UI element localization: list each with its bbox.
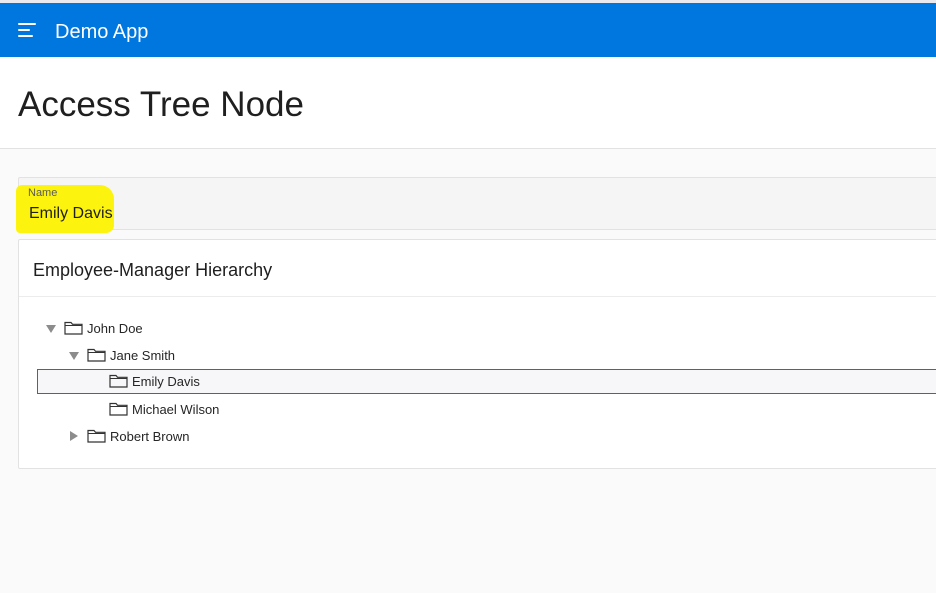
tree-region-header: Employee-Manager Hierarchy: [19, 240, 936, 297]
tree-node-label: Emily Davis: [132, 374, 200, 389]
tree-node-jane-smith[interactable]: Jane Smith: [19, 343, 936, 368]
tree-node-michael-wilson[interactable]: Michael Wilson: [19, 397, 936, 422]
folder-icon: [109, 402, 128, 416]
tree-node-robert-brown[interactable]: Robert Brown: [19, 424, 936, 449]
app-title[interactable]: Demo App: [55, 20, 148, 44]
tree-node-label: Robert Brown: [110, 429, 190, 444]
expand-toggle-icon[interactable]: [46, 325, 56, 333]
tree-region: Employee-Manager Hierarchy John Doe Jane…: [18, 239, 936, 469]
folder-icon: [109, 374, 128, 388]
tree-node-label: John Doe: [87, 321, 143, 336]
hamburger-menu-icon[interactable]: [18, 23, 36, 37]
name-item-region: Name Emily Davis: [16, 177, 936, 233]
app-header: Demo App: [0, 3, 936, 57]
expand-toggle-icon[interactable]: [69, 352, 79, 360]
folder-icon: [64, 321, 83, 335]
tree-node-emily-davis[interactable]: Emily Davis: [37, 369, 936, 394]
page-title: Access Tree Node: [18, 85, 304, 124]
folder-icon: [87, 429, 106, 443]
collapsed-toggle-icon[interactable]: [70, 431, 78, 441]
name-field-label: Name: [28, 187, 58, 199]
name-field-value: Emily Davis: [29, 205, 113, 222]
tree-node-john-doe[interactable]: John Doe: [19, 316, 936, 341]
tree-node-label: Michael Wilson: [132, 402, 220, 417]
folder-icon: [87, 348, 106, 362]
tree-node-label: Jane Smith: [110, 348, 176, 363]
tree-region-title: Employee-Manager Hierarchy: [33, 260, 273, 280]
page-hero: Access Tree Node: [0, 57, 936, 149]
